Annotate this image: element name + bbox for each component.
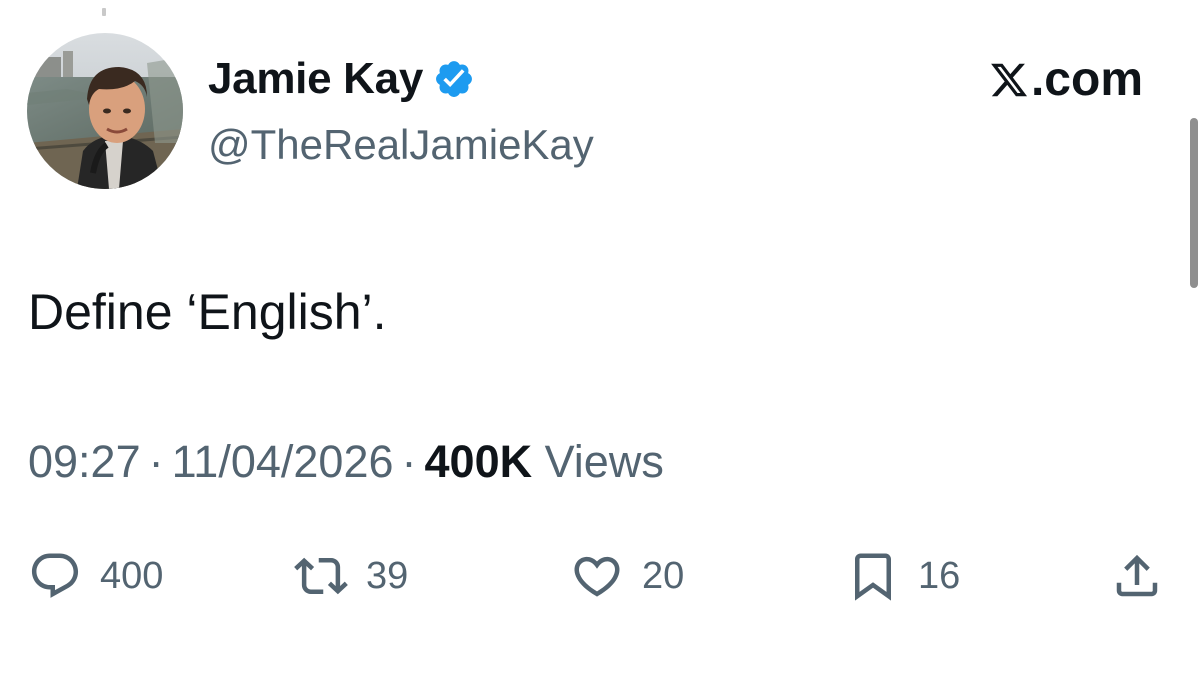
tweet-meta: 09:27 · 11/04/2026 · 400K Views [28, 433, 664, 491]
verified-badge-icon [433, 58, 475, 100]
profile-photo [27, 33, 183, 189]
avatar[interactable] [27, 33, 183, 189]
heart-icon [570, 549, 624, 603]
meta-separator: · [148, 436, 164, 487]
retweet-count: 39 [366, 555, 409, 597]
tweet-time[interactable]: 09:27 [28, 436, 141, 487]
reply-count: 400 [100, 555, 164, 597]
scrollbar[interactable] [1190, 118, 1198, 288]
retweet-button[interactable]: 39 [294, 548, 408, 604]
views-label: Views [544, 436, 664, 487]
tweet-date[interactable]: 11/04/2026 [172, 436, 394, 487]
reply-button[interactable]: 400 [28, 548, 163, 604]
retweet-icon [294, 549, 348, 603]
x-brand: .com [989, 52, 1143, 108]
reply-icon [28, 549, 82, 603]
share-button[interactable] [1110, 548, 1164, 604]
bookmark-button[interactable]: 16 [846, 548, 960, 604]
meta-separator: · [401, 436, 417, 487]
brand-domain-label: .com [1030, 53, 1143, 106]
x-logo-icon [989, 60, 1029, 100]
bookmark-count: 16 [918, 555, 961, 597]
author-handle[interactable]: @TheRealJamieKay [208, 118, 594, 172]
tweet-text: Define ‘English’. [28, 284, 387, 340]
author-display-name[interactable]: Jamie Kay [208, 50, 423, 108]
like-button[interactable]: 20 [570, 548, 684, 604]
author-name-row: Jamie Kay [208, 50, 475, 108]
like-count: 20 [642, 555, 685, 597]
share-icon [1110, 549, 1164, 603]
bookmark-icon [846, 549, 900, 603]
views-count: 400K [424, 436, 533, 487]
status-indicator [102, 8, 106, 16]
